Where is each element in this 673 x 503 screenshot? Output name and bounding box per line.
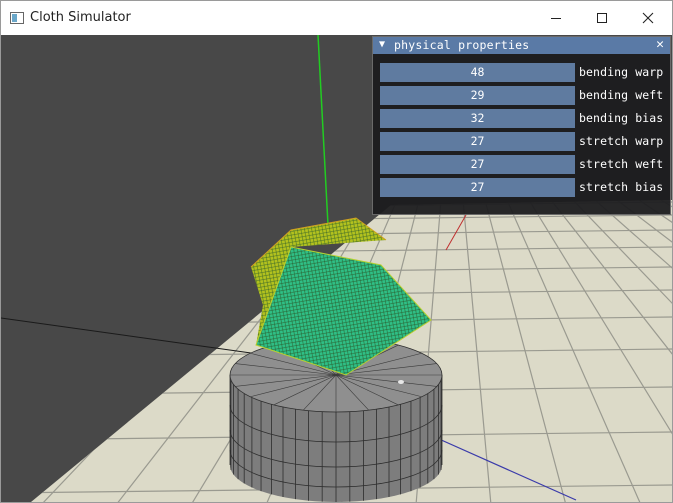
property-slider[interactable]: 48	[380, 63, 575, 82]
3d-viewport[interactable]: ▼ physical properties ✕ 48 bending warp 29…	[1, 35, 672, 502]
close-icon	[642, 12, 654, 24]
property-label: stretch bias	[579, 180, 664, 194]
property-row: 32 bending bias	[380, 109, 672, 128]
property-slider[interactable]: 29	[380, 86, 575, 105]
window-title: Cloth Simulator	[30, 10, 131, 25]
property-row: 27 stretch bias	[380, 178, 672, 197]
triangle-down-icon[interactable]: ▼	[379, 39, 385, 50]
property-label: bending weft	[579, 88, 664, 102]
property-slider[interactable]: 32	[380, 109, 575, 128]
physical-properties-panel[interactable]: ▼ physical properties ✕ 48 bending warp 29…	[372, 36, 671, 215]
axis-y	[317, 35, 329, 226]
property-label: bending warp	[579, 65, 664, 79]
property-row: 27 stretch weft	[380, 155, 672, 174]
app-icon	[10, 12, 24, 24]
axis-x-negative	[1, 317, 252, 354]
property-slider[interactable]: 27	[380, 132, 575, 151]
property-label: bending bias	[579, 111, 664, 125]
title-bar[interactable]: Cloth Simulator	[1, 1, 672, 35]
property-row: 48 bending warp	[380, 63, 672, 82]
app-window: Cloth Simulator ▼ physical properties ✕ …	[0, 0, 673, 503]
minimize-icon	[551, 18, 561, 19]
property-label: stretch weft	[579, 157, 664, 171]
panel-header[interactable]: ▼ physical properties ✕	[373, 37, 670, 54]
panel-title: physical properties	[394, 38, 530, 52]
minimize-button[interactable]	[533, 1, 579, 35]
maximize-icon	[597, 13, 607, 23]
close-button[interactable]	[625, 1, 671, 35]
maximize-button[interactable]	[579, 1, 625, 35]
close-icon[interactable]: ✕	[656, 37, 664, 52]
property-slider[interactable]: 27	[380, 178, 575, 197]
property-label: stretch warp	[579, 134, 664, 148]
property-slider[interactable]: 27	[380, 155, 575, 174]
property-row: 29 bending weft	[380, 86, 672, 105]
property-row: 27 stretch warp	[380, 132, 672, 151]
